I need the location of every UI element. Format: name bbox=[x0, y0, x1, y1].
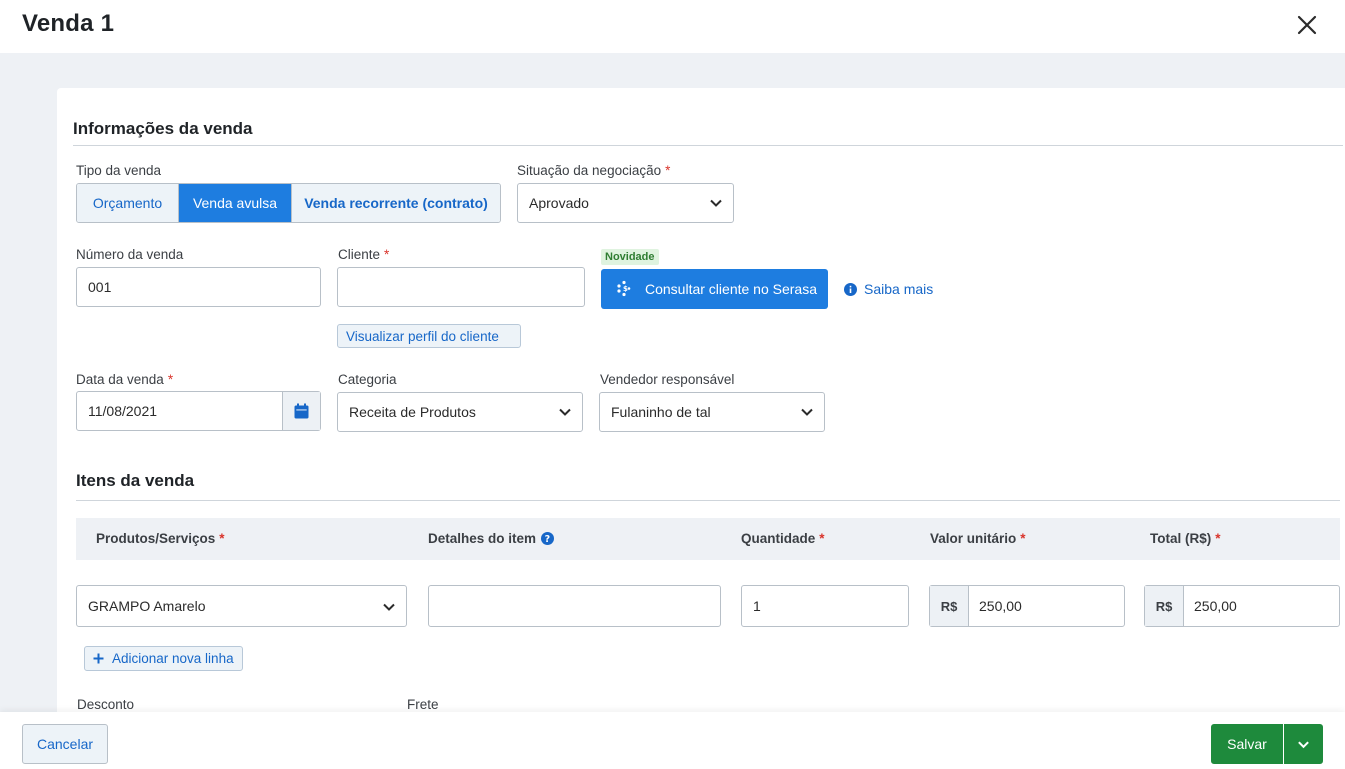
shipping-label: Frete bbox=[407, 697, 439, 712]
product-select[interactable]: GRAMPO Amarelo bbox=[76, 585, 407, 627]
items-title: Itens da venda bbox=[76, 471, 195, 490]
required-mark: * bbox=[167, 372, 174, 387]
view-client-profile-button[interactable]: Visualizar perfil do cliente bbox=[337, 324, 521, 348]
add-row-label: Adicionar nova linha bbox=[112, 651, 234, 666]
col-products-label: Produtos/Serviços bbox=[96, 531, 216, 546]
seller-select[interactable]: Fulaninho de tal bbox=[599, 392, 825, 432]
page-title: Venda 1 bbox=[22, 10, 115, 37]
quantity-value: 1 bbox=[753, 598, 761, 614]
serasa-button-label: Consultar cliente no Serasa bbox=[645, 281, 817, 297]
help-icon[interactable]: ? bbox=[541, 532, 555, 545]
required-mark: * bbox=[665, 163, 671, 178]
required-mark: * bbox=[384, 247, 390, 262]
sale-type-option-single[interactable]: Venda avulsa bbox=[179, 184, 292, 222]
category-select[interactable]: Receita de Produtos bbox=[337, 392, 583, 432]
number-label: Número da venda bbox=[76, 247, 184, 262]
discount-label: Desconto bbox=[77, 697, 135, 712]
unit-value-input[interactable]: R$ 250,00 bbox=[929, 585, 1125, 627]
total-input[interactable]: R$ 250,00 bbox=[1144, 585, 1340, 627]
col-total: Total (R$) * bbox=[1150, 531, 1221, 546]
calendar-icon bbox=[294, 403, 309, 419]
close-button[interactable] bbox=[1294, 12, 1320, 38]
col-details-label: Detalhes do item bbox=[428, 531, 537, 546]
footer-bar: Cancelar Salvar bbox=[0, 712, 1345, 769]
serasa-button[interactable]: $ Consultar cliente no Serasa bbox=[601, 269, 828, 309]
learn-more-link[interactable]: Saiba mais bbox=[844, 281, 933, 297]
chevron-down-icon bbox=[559, 408, 571, 416]
col-unit-value: Valor unitário * bbox=[930, 531, 1026, 546]
chevron-down-icon bbox=[710, 199, 722, 207]
items-table-header: Produtos/Serviços * Detalhes do item ? Qu… bbox=[76, 518, 1340, 560]
total-value: 250,00 bbox=[1194, 598, 1237, 614]
number-input[interactable]: 001 bbox=[76, 267, 321, 307]
quantity-input[interactable]: 1 bbox=[741, 585, 909, 627]
cancel-button[interactable]: Cancelar bbox=[22, 724, 108, 764]
status-value: Aprovado bbox=[529, 195, 589, 211]
col-quantity: Quantidade * bbox=[741, 531, 825, 546]
new-badge: Novidade bbox=[601, 249, 659, 265]
currency-prefix: R$ bbox=[930, 586, 969, 626]
save-options-button[interactable] bbox=[1284, 724, 1323, 764]
plus-icon bbox=[93, 653, 104, 664]
status-label-text: Situação da negociação bbox=[517, 163, 662, 178]
date-label-text: Data da venda bbox=[76, 372, 164, 387]
serasa-icon: $ bbox=[617, 280, 631, 297]
currency-prefix: R$ bbox=[1145, 586, 1184, 626]
col-quantity-label: Quantidade bbox=[741, 531, 816, 546]
required-mark: * bbox=[1215, 531, 1221, 546]
status-label: Situação da negociação * bbox=[517, 163, 670, 178]
save-button[interactable]: Salvar bbox=[1211, 724, 1283, 764]
sale-type-label: Tipo da venda bbox=[76, 163, 162, 178]
unit-value: 250,00 bbox=[979, 598, 1022, 614]
required-mark: * bbox=[819, 531, 825, 546]
sale-type-option-recurring[interactable]: Venda recorrente (contrato) bbox=[292, 184, 500, 222]
sale-type-segmented: Orçamento Venda avulsa Venda recorrente … bbox=[76, 183, 501, 223]
info-icon bbox=[844, 282, 857, 296]
client-input[interactable] bbox=[337, 267, 585, 307]
close-icon bbox=[1297, 15, 1317, 35]
svg-text:$: $ bbox=[623, 285, 628, 293]
section-divider bbox=[73, 145, 1343, 146]
category-label: Categoria bbox=[338, 372, 397, 387]
client-label: Cliente * bbox=[338, 247, 389, 262]
top-bar: Venda 1 bbox=[0, 0, 1345, 53]
chevron-down-icon bbox=[1298, 740, 1309, 748]
calendar-button[interactable] bbox=[282, 392, 320, 430]
learn-more-label: Saiba mais bbox=[864, 281, 934, 297]
item-details-input[interactable] bbox=[428, 585, 721, 627]
product-value: GRAMPO Amarelo bbox=[88, 598, 206, 614]
category-value: Receita de Produtos bbox=[349, 404, 476, 420]
col-products: Produtos/Serviços * bbox=[96, 531, 225, 546]
date-value: 11/08/2021 bbox=[88, 403, 158, 419]
client-label-text: Cliente bbox=[338, 247, 381, 262]
seller-label: Vendedor responsável bbox=[600, 372, 735, 387]
col-details: Detalhes do item ? bbox=[428, 531, 555, 546]
required-mark: * bbox=[1020, 531, 1026, 546]
required-mark: * bbox=[219, 531, 225, 546]
seller-value: Fulaninho de tal bbox=[611, 404, 711, 420]
chevron-down-icon bbox=[801, 408, 813, 416]
date-label: Data da venda * bbox=[76, 372, 173, 387]
col-total-label: Total (R$) bbox=[1150, 531, 1212, 546]
sale-type-option-quote[interactable]: Orçamento bbox=[77, 184, 179, 222]
col-unit-value-label: Valor unitário bbox=[930, 531, 1017, 546]
number-value: 001 bbox=[88, 279, 112, 295]
add-row-button[interactable]: Adicionar nova linha bbox=[84, 646, 243, 671]
svg-text:?: ? bbox=[545, 534, 551, 545]
items-divider bbox=[76, 500, 1340, 501]
sale-info-title: Informações da venda bbox=[73, 119, 253, 138]
chevron-down-icon bbox=[383, 603, 395, 611]
status-select[interactable]: Aprovado bbox=[517, 183, 734, 223]
